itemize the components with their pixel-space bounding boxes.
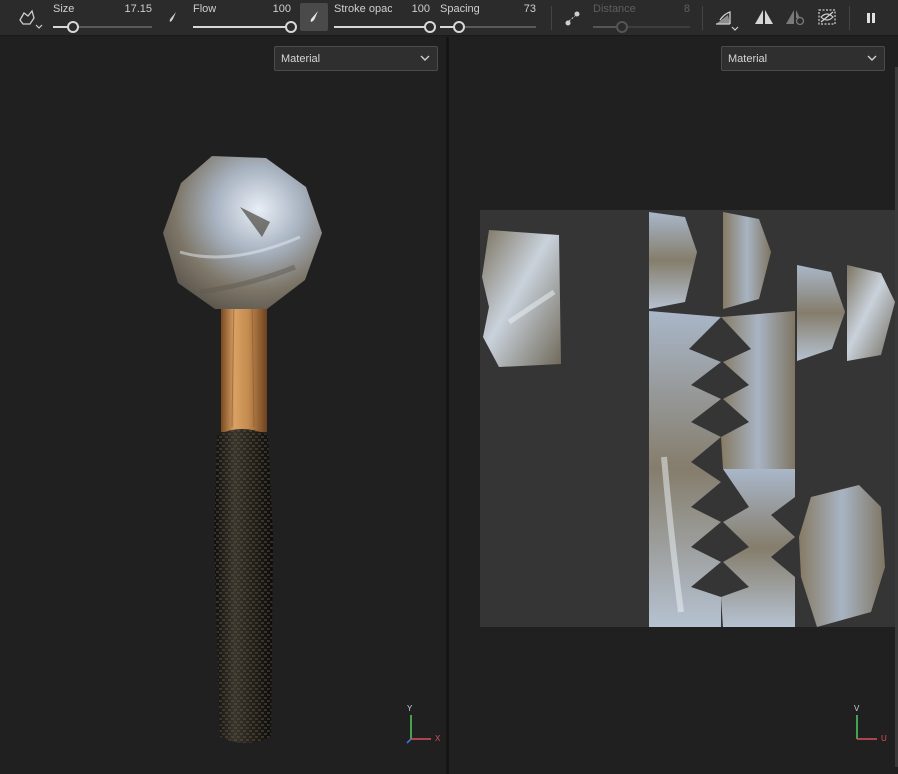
hammer-shaft	[221, 292, 267, 432]
symmetry-settings-icon[interactable]	[784, 7, 806, 27]
spacing-label: Spacing	[440, 3, 480, 15]
uv-island	[847, 265, 895, 361]
distance-thumb[interactable]	[616, 21, 629, 33]
axis-u-label: U	[881, 734, 887, 743]
uv-island	[482, 230, 561, 367]
lazy-mouse-icon[interactable]	[563, 8, 583, 28]
size-slider[interactable]: Size 17.15	[53, 0, 152, 36]
symmetry-icon[interactable]	[753, 7, 775, 27]
distance-slider[interactable]: Distance 8	[593, 0, 690, 36]
viewport-uv[interactable]: Material V U	[449, 37, 898, 774]
toolbar-separator	[551, 6, 552, 30]
toolbar: Size 17.15 Flow 100 Stroke opac 100 Spac…	[0, 0, 898, 36]
uv-island	[649, 311, 721, 627]
flow-thumb[interactable]	[285, 21, 297, 33]
axis-gizmo-3d: Y X	[403, 704, 441, 745]
axis-v-label: V	[854, 704, 860, 713]
uv-island	[723, 212, 771, 309]
uv-island	[721, 469, 795, 627]
axis-gizmo-uv: V U	[849, 704, 887, 745]
axis-y-label: Y	[407, 704, 413, 713]
uv-island	[799, 485, 885, 627]
size-value: 17.15	[124, 3, 152, 15]
angle-icon[interactable]	[712, 6, 740, 32]
viewport-3d[interactable]: Material Y X	[0, 37, 446, 774]
spacing-thumb[interactable]	[453, 21, 466, 33]
pause-icon[interactable]	[861, 8, 881, 28]
uv-islands	[482, 212, 895, 627]
flow-slider[interactable]: Flow 100	[193, 0, 297, 36]
flow-value: 100	[272, 3, 291, 15]
axis-x-label: X	[435, 734, 441, 743]
uv-island	[649, 212, 697, 309]
flow-fill	[193, 26, 291, 28]
flow-label: Flow	[193, 3, 217, 15]
flow-brush-icon[interactable]	[164, 8, 182, 28]
stroke-opacity-label: Stroke opac	[334, 3, 392, 15]
hammer-model	[163, 156, 322, 743]
uv-island	[721, 311, 795, 469]
spacing-value: 73	[523, 3, 536, 15]
brush-active-button[interactable]	[300, 3, 328, 31]
stroke-opacity-value: 100	[411, 3, 430, 15]
toolbar-separator	[849, 6, 850, 30]
uv-island	[797, 265, 845, 361]
distance-label: Distance	[593, 3, 636, 15]
mask-icon[interactable]	[816, 7, 838, 27]
toolbar-separator	[702, 6, 703, 30]
stroke-opacity-slider[interactable]: Stroke opac 100	[334, 0, 436, 36]
distance-value: 8	[683, 3, 690, 15]
brush-active-icon	[310, 11, 318, 22]
size-label: Size	[53, 3, 75, 15]
stroke-opacity-thumb[interactable]	[424, 21, 436, 33]
size-thumb[interactable]	[66, 21, 79, 33]
stroke-opacity-fill	[334, 26, 430, 28]
alpha-stamp-icon[interactable]	[14, 6, 44, 32]
spacing-slider[interactable]: Spacing 73	[440, 0, 536, 36]
